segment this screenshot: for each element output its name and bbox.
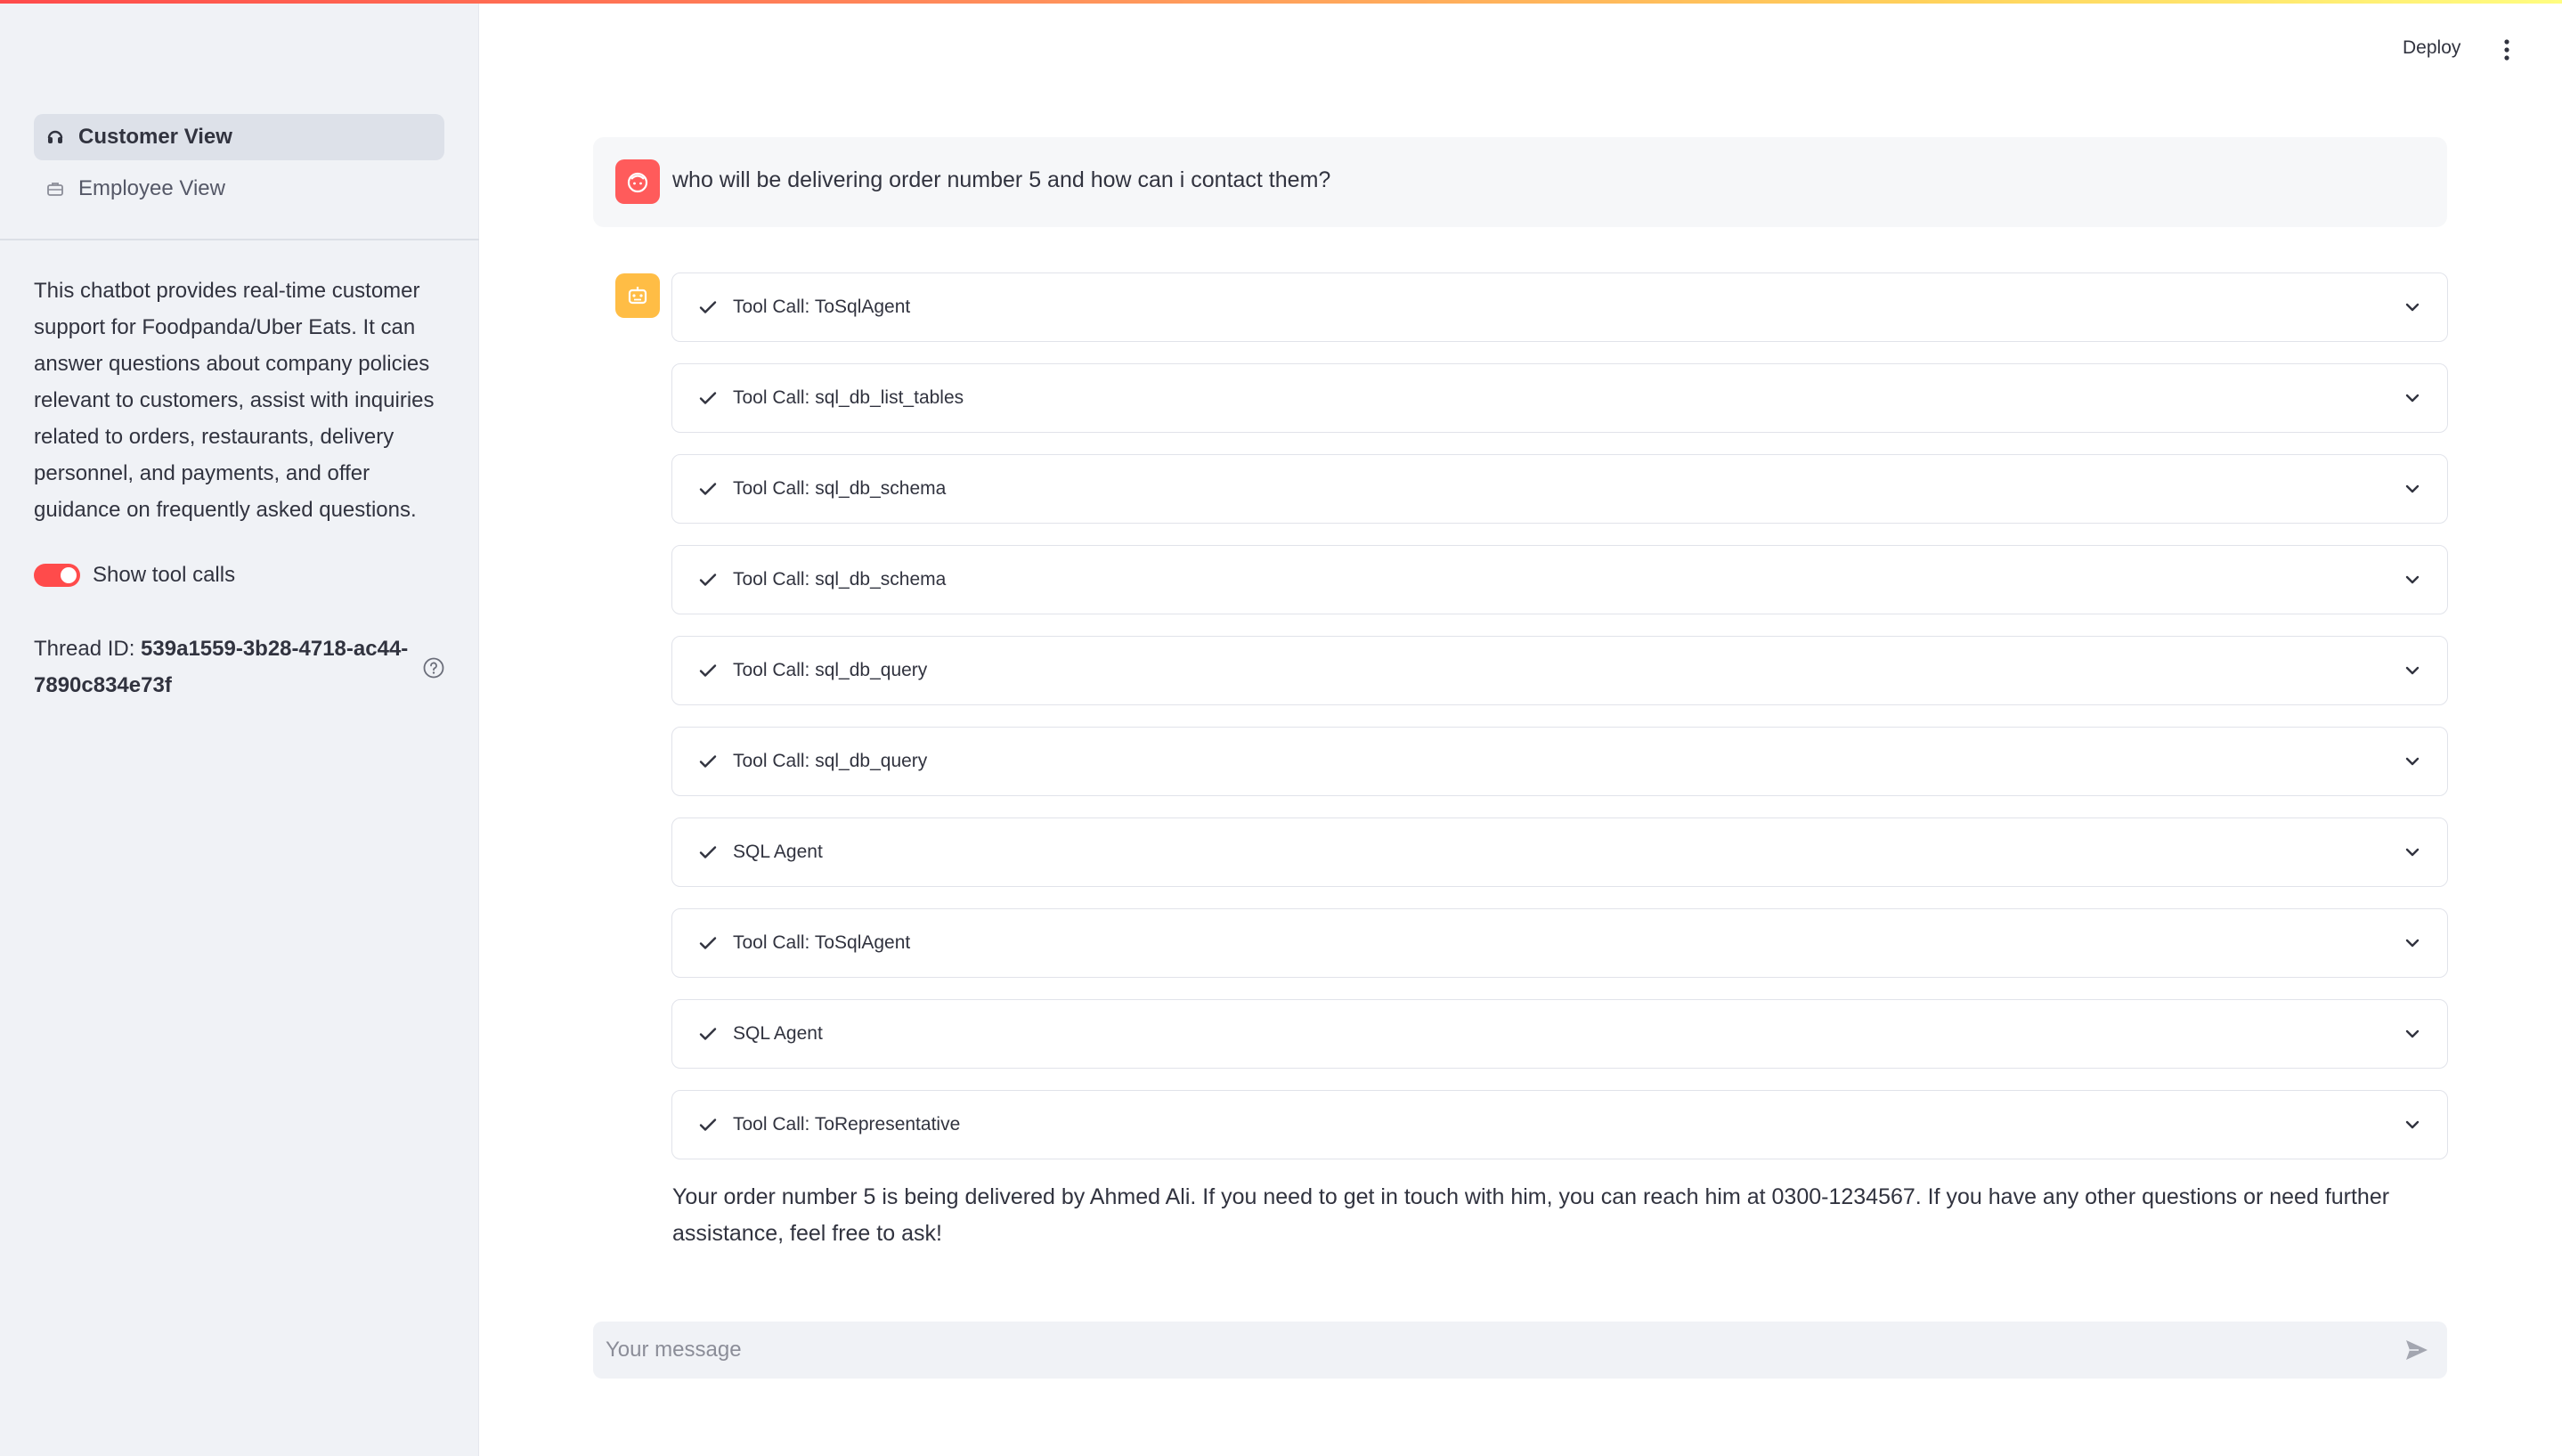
chat-input-container <box>593 1322 2447 1379</box>
tool-call-list: Tool Call: ToSqlAgent Tool Call: sql_db_… <box>671 272 2448 1181</box>
tool-call-expander[interactable]: Tool Call: sql_db_list_tables <box>671 363 2448 433</box>
tool-call-label: SQL Agent <box>733 842 823 862</box>
chevron-down-icon <box>2405 575 2420 584</box>
check-icon <box>699 937 717 949</box>
chevron-down-icon <box>2405 303 2420 312</box>
check-icon <box>699 573 717 586</box>
headset-icon <box>46 128 64 146</box>
tool-call-expander[interactable]: SQL Agent <box>671 817 2448 887</box>
check-icon <box>699 846 717 858</box>
sidebar: Customer View Employee View This chatbot… <box>0 0 479 1456</box>
check-icon <box>699 1118 717 1131</box>
robot-icon <box>628 287 647 305</box>
tool-call-label: SQL Agent <box>733 1023 823 1044</box>
tool-call-label: Tool Call: sql_db_list_tables <box>733 387 964 408</box>
more-options-icon[interactable] <box>2495 36 2518 64</box>
nav-item-customer-view[interactable]: Customer View <box>34 114 444 160</box>
show-tool-calls-toggle-row: Show tool calls <box>34 563 235 588</box>
tool-call-label: Tool Call: ToSqlAgent <box>733 932 911 953</box>
chevron-down-icon <box>2405 484 2420 493</box>
tool-call-label: Tool Call: sql_db_query <box>733 751 928 771</box>
tool-call-label: Tool Call: sql_db_query <box>733 660 928 680</box>
thread-id-label: Thread ID: <box>34 637 142 661</box>
tool-call-expander[interactable]: Tool Call: sql_db_query <box>671 636 2448 705</box>
check-icon <box>699 483 717 495</box>
tool-call-expander[interactable]: Tool Call: sql_db_schema <box>671 454 2448 524</box>
tool-call-expander[interactable]: Tool Call: sql_db_query <box>671 727 2448 796</box>
about-text: This chatbot provides real-time customer… <box>34 279 435 522</box>
chevron-down-icon <box>2405 666 2420 675</box>
assistant-message-text: Your order number 5 is being delivered b… <box>672 1184 2390 1246</box>
chat-message-input[interactable] <box>593 1322 2401 1379</box>
tool-call-expander[interactable]: Tool Call: ToSqlAgent <box>671 272 2448 342</box>
tool-call-label: Tool Call: ToSqlAgent <box>733 297 911 317</box>
check-icon <box>699 392 717 404</box>
toggle-knob <box>61 567 77 583</box>
toggle-label: Show tool calls <box>93 563 236 587</box>
assistant-avatar <box>615 273 660 318</box>
chevron-down-icon <box>2405 848 2420 857</box>
tool-call-label: Tool Call: sql_db_schema <box>733 569 947 590</box>
nav-item-label: Employee View <box>78 176 225 200</box>
check-icon <box>699 1028 717 1040</box>
sidebar-nav: Customer View Employee View <box>34 114 444 217</box>
deploy-button[interactable]: Deploy <box>2395 34 2468 62</box>
tool-call-label: Tool Call: sql_db_schema <box>733 478 947 499</box>
check-icon <box>699 301 717 313</box>
top-decoration-bar <box>0 0 2562 4</box>
user-face-icon <box>627 172 648 193</box>
check-icon <box>699 755 717 768</box>
tool-call-expander[interactable]: Tool Call: sql_db_schema <box>671 545 2448 614</box>
help-icon[interactable] <box>422 656 445 679</box>
tool-call-expander[interactable]: Tool Call: ToRepresentative <box>671 1090 2448 1159</box>
sidebar-divider <box>0 239 479 240</box>
user-message-text: who will be delivering order number 5 an… <box>672 167 1331 192</box>
chevron-down-icon <box>2405 1029 2420 1038</box>
chevron-down-icon <box>2405 1120 2420 1129</box>
show-tool-calls-toggle[interactable] <box>34 564 80 587</box>
nav-item-label: Customer View <box>78 125 232 149</box>
briefcase-icon <box>46 180 64 198</box>
tool-call-label: Tool Call: ToRepresentative <box>733 1114 961 1135</box>
tool-call-expander[interactable]: SQL Agent <box>671 999 2448 1069</box>
thread-id: Thread ID: 539a1559-3b28-4718-ac44-7890c… <box>34 630 417 704</box>
chevron-down-icon <box>2405 394 2420 403</box>
chevron-down-icon <box>2405 757 2420 766</box>
tool-call-expander[interactable]: Tool Call: ToSqlAgent <box>671 908 2448 978</box>
user-avatar <box>615 159 660 204</box>
chevron-down-icon <box>2405 939 2420 948</box>
nav-item-employee-view[interactable]: Employee View <box>34 166 444 212</box>
send-icon[interactable] <box>2401 1334 2433 1366</box>
check-icon <box>699 664 717 677</box>
